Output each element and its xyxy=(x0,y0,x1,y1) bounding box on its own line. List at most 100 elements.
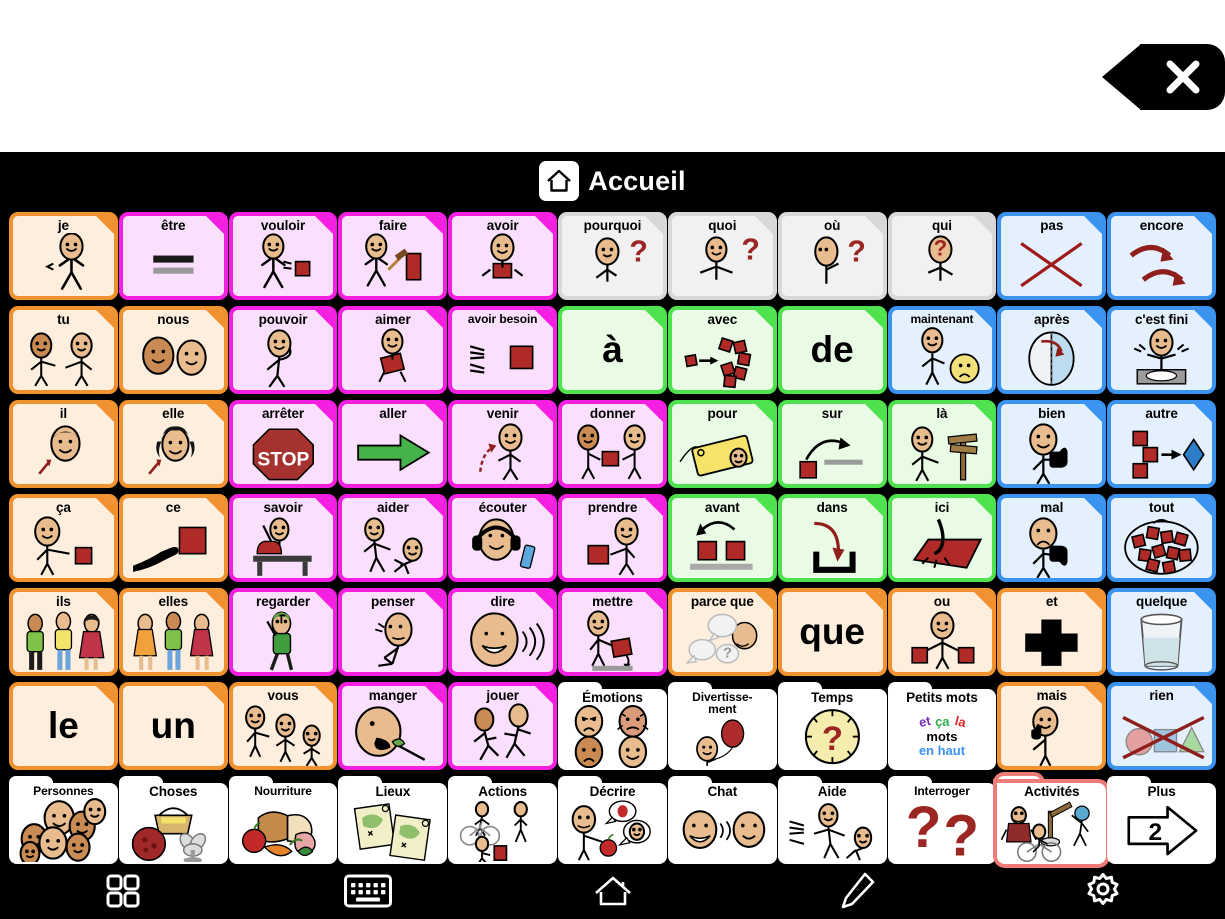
category-cell-chat[interactable]: Chat xyxy=(667,776,777,864)
symbol-cell-ça[interactable]: ça xyxy=(9,494,118,582)
symbol-cell-autre[interactable]: autre xyxy=(1107,400,1216,488)
symbol-cell-prendre[interactable]: prendre xyxy=(558,494,667,582)
symbol-cell-faire[interactable]: faire xyxy=(338,212,448,300)
category-cell-plus[interactable]: Plus 2 xyxy=(1107,776,1216,864)
symbol-cell-avant[interactable]: avant xyxy=(667,494,777,582)
symbol-cell-mais[interactable]: mais xyxy=(997,682,1107,770)
cell-label: quoi xyxy=(708,218,737,233)
category-cell-activités[interactable]: Activités xyxy=(997,776,1107,864)
symbol-cell-elle[interactable]: elle xyxy=(118,400,228,488)
category-cell-actions[interactable]: Actions xyxy=(448,776,558,864)
cell-symbol-gift-tag xyxy=(672,421,773,484)
category-cell-choses[interactable]: Choses xyxy=(118,776,228,864)
home-icon[interactable] xyxy=(539,161,580,201)
svg-text:?: ? xyxy=(933,235,947,260)
symbol-cell-qui[interactable]: qui? xyxy=(887,212,997,300)
svg-text:?: ? xyxy=(741,233,759,266)
category-cell-personnes[interactable]: Personnes xyxy=(9,776,118,864)
symbol-cell-écouter[interactable]: écouter xyxy=(448,494,558,582)
cell-symbol-person-empty-plate xyxy=(1111,327,1212,390)
category-cell-divertisse-ment[interactable]: Divertisse- ment xyxy=(667,682,777,770)
symbol-cell-penser[interactable]: penser xyxy=(338,588,448,676)
symbol-cell-jouer[interactable]: jouer xyxy=(448,682,558,770)
symbol-cell-mettre[interactable]: mettre xyxy=(558,588,667,676)
symbol-cell-je[interactable]: je xyxy=(9,212,118,300)
symbol-cell-aller[interactable]: aller xyxy=(338,400,448,488)
symbol-cell-parce-que[interactable]: parce que? xyxy=(667,588,777,676)
edit-pencil-icon[interactable] xyxy=(735,869,980,913)
category-cell-décrire[interactable]: Décrire xyxy=(558,776,667,864)
symbol-cell-il[interactable]: il xyxy=(9,400,118,488)
symbol-cell-après[interactable]: après xyxy=(997,306,1107,394)
symbol-cell-elles[interactable]: elles xyxy=(118,588,228,676)
symbol-cell-manger[interactable]: manger xyxy=(338,682,448,770)
close-button[interactable] xyxy=(1102,44,1225,110)
symbol-cell-de[interactable]: de xyxy=(777,306,887,394)
cell-symbol-two-faces-talking xyxy=(668,799,777,864)
symbol-cell-c-est-fini[interactable]: c'est fini xyxy=(1107,306,1216,394)
symbol-cell-être[interactable]: être xyxy=(118,212,228,300)
symbol-cell-un[interactable]: un xyxy=(118,682,228,770)
category-cell-interroger[interactable]: Interroger?? xyxy=(887,776,997,864)
cell-label: pourquoi xyxy=(583,218,642,233)
cell-label: ce xyxy=(165,500,181,515)
symbol-cell-rien[interactable]: rien xyxy=(1107,682,1216,770)
symbol-cell-dans[interactable]: dans xyxy=(777,494,887,582)
category-cell-lieux[interactable]: Lieux xyxy=(338,776,448,864)
category-cell-émotions[interactable]: Émotions xyxy=(558,682,667,770)
symbol-cell-le[interactable]: le xyxy=(9,682,118,770)
keyboard-icon[interactable] xyxy=(245,872,490,910)
cell-symbol-person-question-face: ? xyxy=(892,233,993,296)
cell-symbol-hands-helping-person xyxy=(778,799,887,864)
symbol-cell-là[interactable]: là xyxy=(887,400,997,488)
settings-gear-icon[interactable] xyxy=(980,870,1225,912)
symbol-cell-regarder[interactable]: regarder xyxy=(228,588,338,676)
symbol-cell-vous[interactable]: vous xyxy=(228,682,338,770)
symbol-cell-venir[interactable]: venir xyxy=(448,400,558,488)
symbol-cell-maintenant[interactable]: maintenant xyxy=(887,306,997,394)
symbol-cell-pas[interactable]: pas xyxy=(997,212,1107,300)
cell-label: tout xyxy=(1149,500,1175,515)
category-cell-nourriture[interactable]: Nourriture xyxy=(228,776,338,864)
grid-view-icon[interactable] xyxy=(0,871,245,911)
symbol-cell-aimer[interactable]: aimer xyxy=(338,306,448,394)
symbol-cell-avec[interactable]: avec xyxy=(667,306,777,394)
symbol-cell-à[interactable]: à xyxy=(558,306,667,394)
cell-label: tu xyxy=(57,312,70,327)
symbol-cell-pourquoi[interactable]: pourquoi? xyxy=(558,212,667,300)
symbol-cell-arrêter[interactable]: arrêter STOP xyxy=(228,400,338,488)
symbol-cell-sur[interactable]: sur xyxy=(777,400,887,488)
symbol-cell-et[interactable]: et xyxy=(997,588,1107,676)
symbol-cell-aider[interactable]: aider xyxy=(338,494,448,582)
category-cell-petits-mots[interactable]: Petits mots et ça la mots en haut xyxy=(887,682,997,770)
cell-label: arrêter xyxy=(261,406,305,421)
svg-text:?: ? xyxy=(847,235,865,268)
cell-symbol-hand-tapping-surface xyxy=(892,515,993,578)
symbol-cell-quelque[interactable]: quelque xyxy=(1107,588,1216,676)
symbol-cell-savoir[interactable]: savoir xyxy=(228,494,338,582)
symbol-cell-tout[interactable]: tout xyxy=(1107,494,1216,582)
symbol-cell-pour[interactable]: pour xyxy=(667,400,777,488)
symbol-cell-encore[interactable]: encore xyxy=(1107,212,1216,300)
symbol-cell-où[interactable]: où? xyxy=(777,212,887,300)
symbol-cell-dire[interactable]: dire xyxy=(448,588,558,676)
symbol-cell-donner[interactable]: donner xyxy=(558,400,667,488)
symbol-cell-ils[interactable]: ils xyxy=(9,588,118,676)
symbol-cell-avoir[interactable]: avoir xyxy=(448,212,558,300)
symbol-cell-que[interactable]: que xyxy=(777,588,887,676)
symbol-cell-pouvoir[interactable]: pouvoir xyxy=(228,306,338,394)
category-cell-aide[interactable]: Aide xyxy=(777,776,887,864)
symbol-cell-vouloir[interactable]: vouloir xyxy=(228,212,338,300)
svg-text:?: ? xyxy=(629,235,647,268)
symbol-cell-bien[interactable]: bien xyxy=(997,400,1107,488)
category-cell-temps[interactable]: Temps? xyxy=(777,682,887,770)
symbol-cell-tu[interactable]: tu xyxy=(9,306,118,394)
symbol-cell-quoi[interactable]: quoi? xyxy=(667,212,777,300)
home-icon[interactable] xyxy=(490,871,735,911)
symbol-cell-nous[interactable]: nous xyxy=(118,306,228,394)
symbol-cell-ou[interactable]: ou xyxy=(887,588,997,676)
symbol-cell-mal[interactable]: mal xyxy=(997,494,1107,582)
symbol-cell-ici[interactable]: ici xyxy=(887,494,997,582)
symbol-cell-ce[interactable]: ce xyxy=(118,494,228,582)
symbol-cell-avoir-besoin[interactable]: avoir besoin xyxy=(448,306,558,394)
